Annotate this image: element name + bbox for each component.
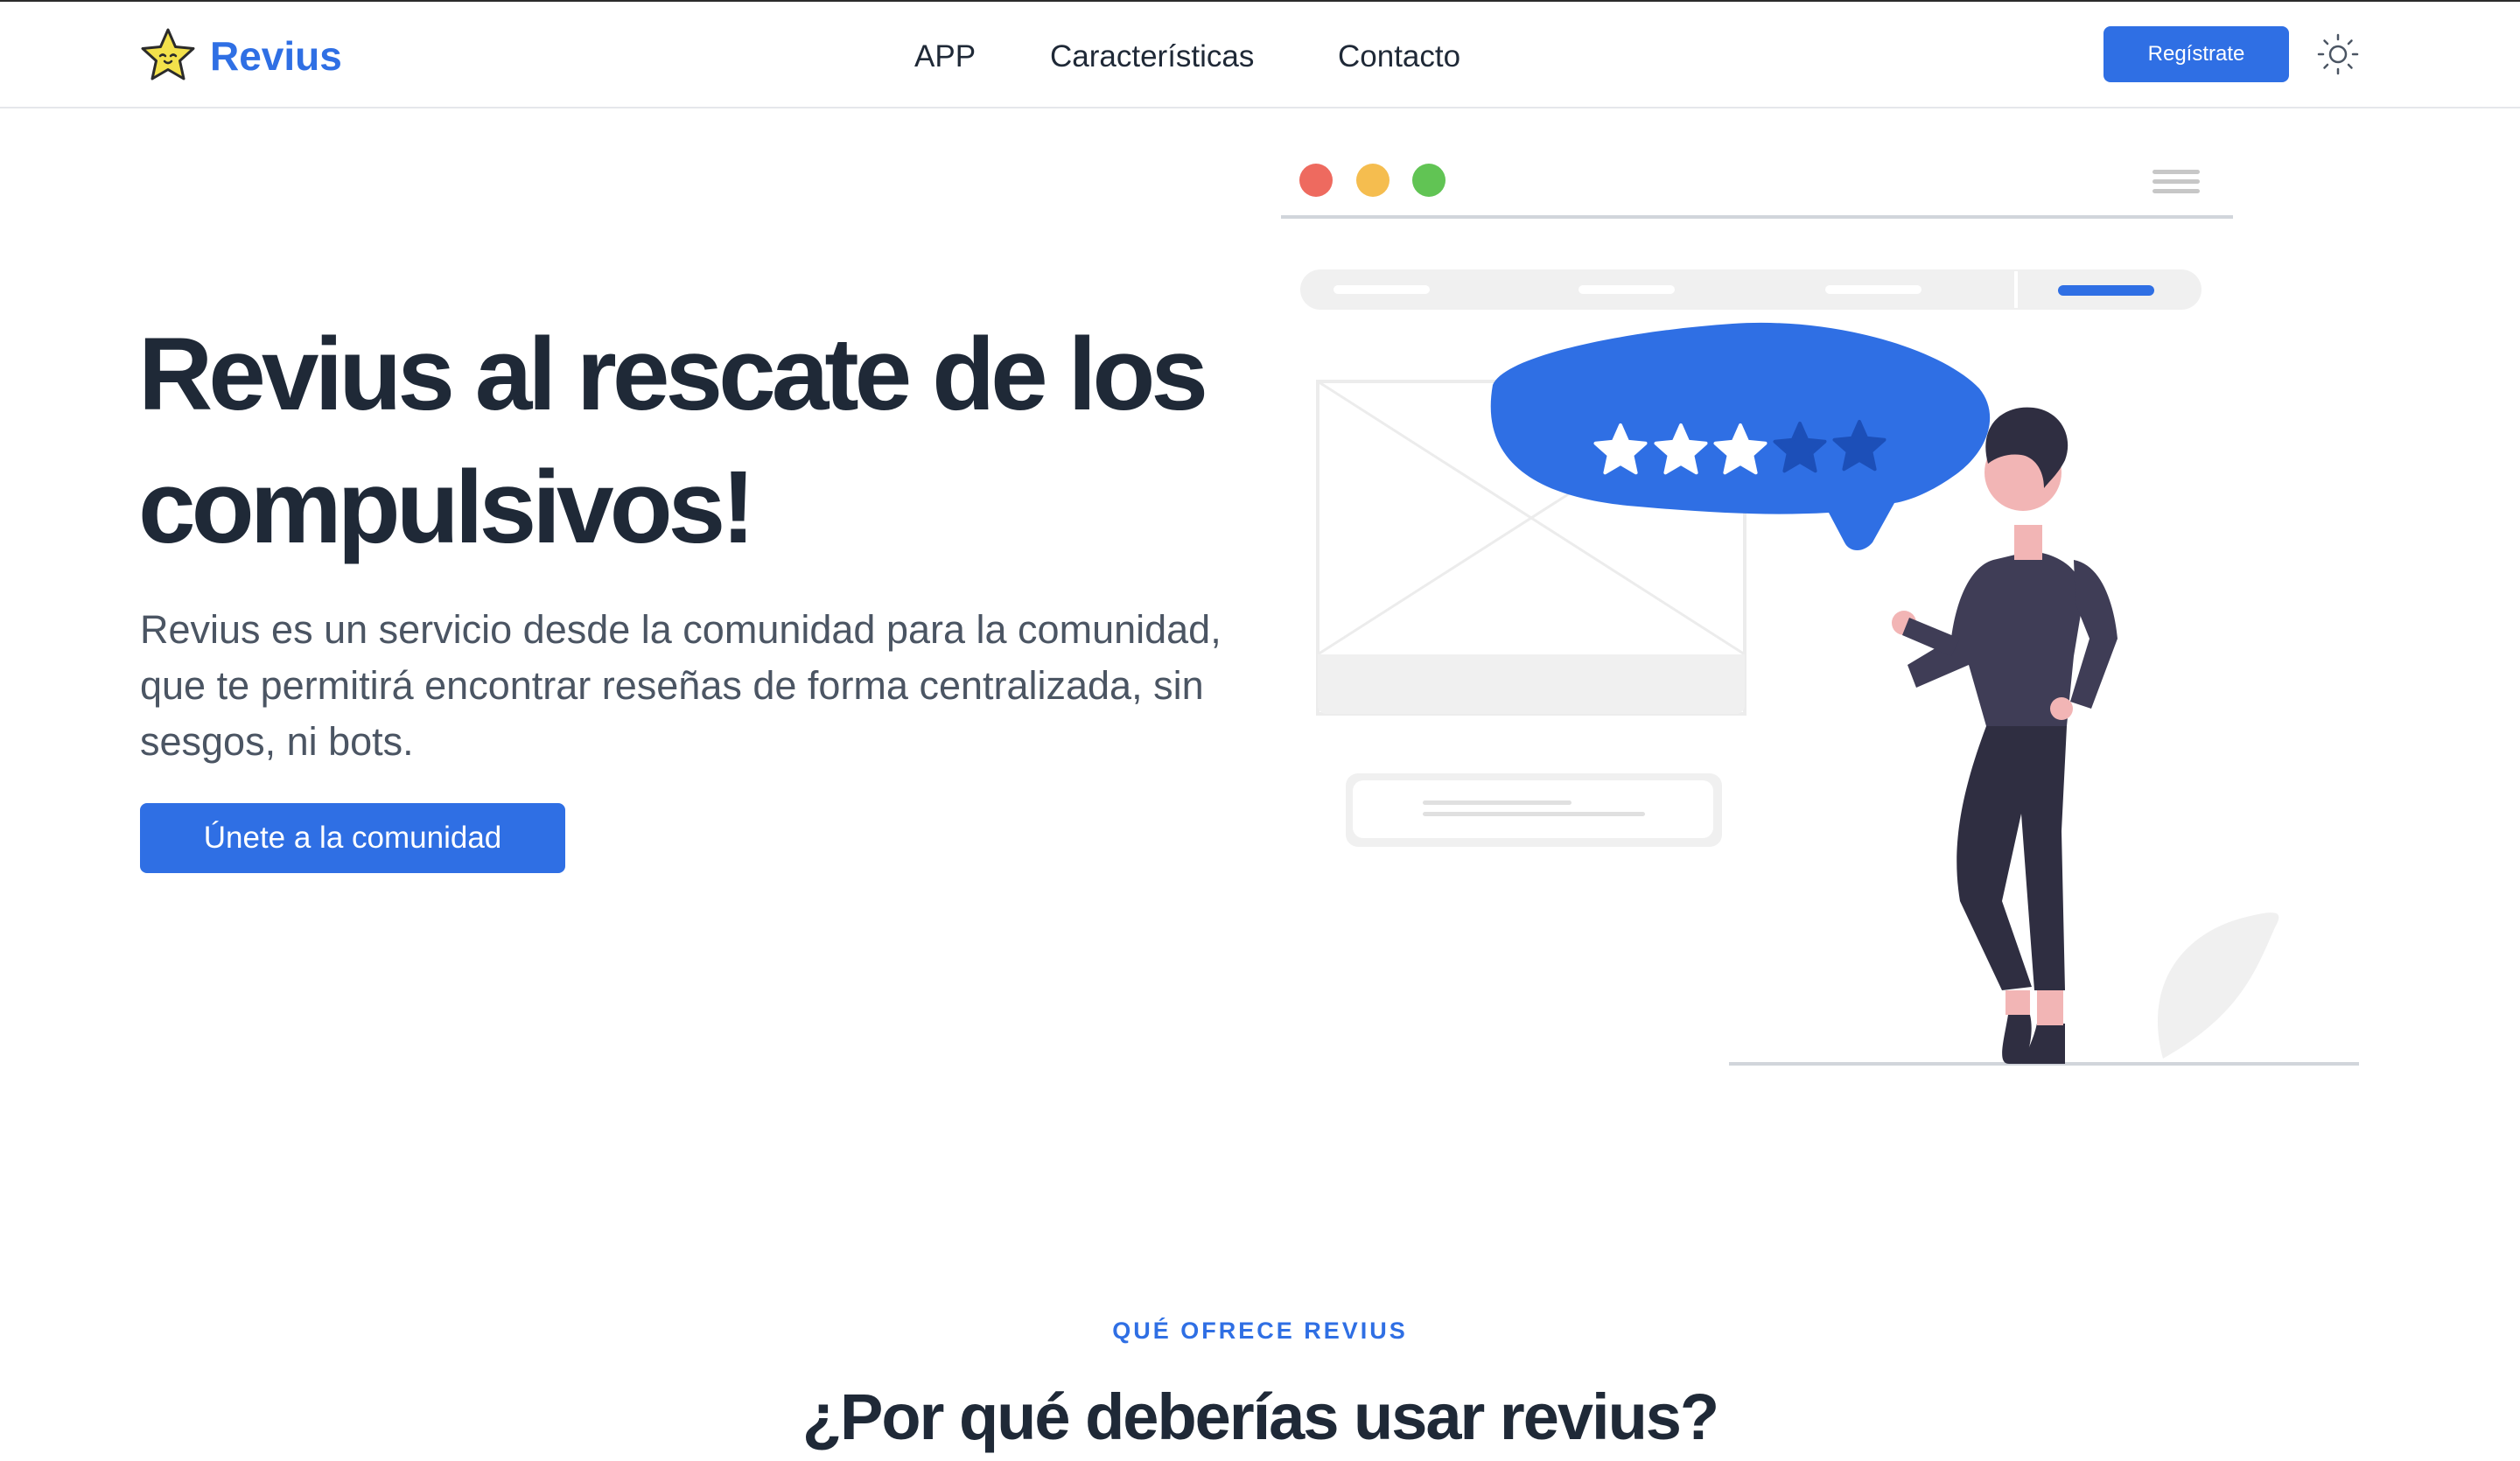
register-button[interactable]: Regístrate [2104, 26, 2289, 82]
input-placeholder [1346, 773, 1722, 847]
window-dot-yellow [1356, 164, 1390, 197]
theme-toggle-button[interactable] [2315, 31, 2361, 77]
nav-link-contacto[interactable]: Contacto [1338, 35, 1460, 79]
leaf-decoration [2157, 912, 2279, 1059]
hero-description: Revius es un servicio desde la comunidad… [140, 607, 1222, 764]
hamburger-menu-icon [2152, 170, 2200, 193]
person-figure [1892, 407, 2118, 1064]
navbar: Revius APP Características Contacto Regí… [0, 2, 2520, 108]
sun-icon [2317, 33, 2359, 75]
hero-illustration-svg [1281, 164, 2359, 1066]
section-eyebrow: QUÉ OFRECE REVIUS [1112, 1318, 1408, 1344]
window-header-line [1281, 215, 2233, 219]
window-dot-green [1412, 164, 1446, 197]
hero-title: Revius al rescate de los compulsivos! [138, 317, 1208, 565]
window-dot-red [1299, 164, 1333, 197]
nav-link-caracteristicas[interactable]: Características [1050, 35, 1254, 79]
reviews-illustration [1260, 149, 2380, 1085]
nav-link-app[interactable]: APP [914, 35, 976, 79]
join-community-button[interactable]: Únete a la comunidad [140, 803, 565, 873]
section-title: ¿Por qué deberías usar revius? [802, 1381, 1719, 1453]
